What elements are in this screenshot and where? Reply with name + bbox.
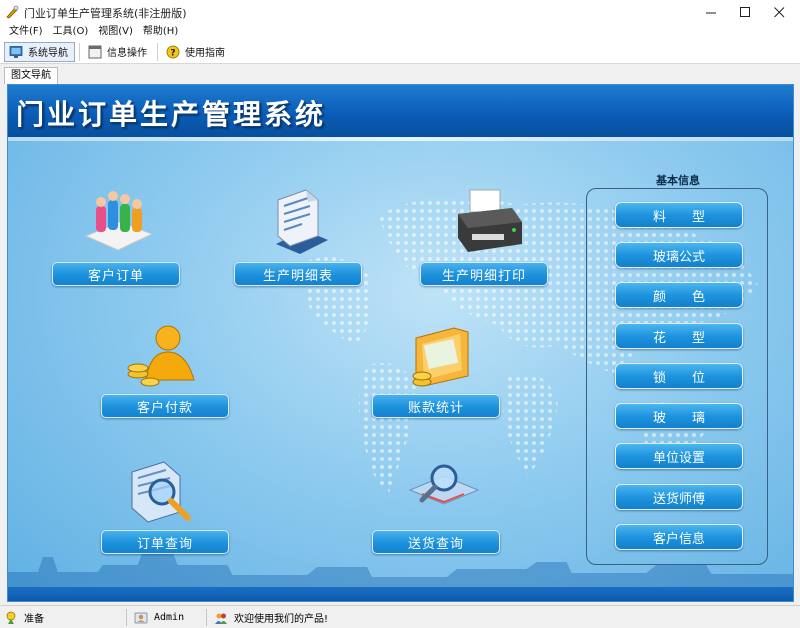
system-nav-label: 系统导航 — [28, 48, 68, 59]
account-stats-button[interactable]: 账款统计 — [372, 394, 500, 418]
status-user-text: Admin — [154, 612, 185, 623]
status-divider — [206, 609, 207, 626]
close-icon — [773, 6, 784, 17]
title-bar: 门业订单生产管理系统(非注册版) — [0, 0, 800, 24]
status-divider — [126, 609, 127, 626]
production-print-button[interactable]: 生产明细打印 — [420, 262, 548, 286]
toolbar-divider — [157, 42, 158, 61]
banner: 门业订单生产管理系统 — [8, 85, 793, 137]
lock-position-button[interactable]: 锁 位 — [615, 363, 743, 389]
production-detail-icon[interactable] — [262, 186, 342, 258]
glass-button[interactable]: 玻 璃 — [615, 403, 743, 429]
status-bar: 准备 Admin 欢迎使用我们的产品! — [0, 605, 800, 628]
customer-payment-button[interactable]: 客户付款 — [101, 394, 229, 418]
close-button[interactable] — [762, 0, 796, 24]
help-icon: ? — [166, 45, 180, 58]
info-ops-button[interactable]: 信息操作 — [84, 42, 153, 62]
banner-divider — [8, 137, 793, 141]
customer-order-icon[interactable] — [78, 188, 158, 260]
banner-title: 门业订单生产管理系统 — [16, 98, 327, 131]
order-query-button[interactable]: 订单查询 — [101, 530, 229, 554]
minimize-icon — [705, 12, 716, 13]
status-message-text: 欢迎使用我们的产品! — [234, 614, 329, 625]
basic-info-heading: 基本信息 — [656, 174, 700, 187]
customer-order-button[interactable]: 客户订单 — [52, 262, 180, 286]
status-ready: 准备 — [4, 609, 44, 626]
menu-file[interactable]: 文件(F) — [4, 24, 48, 40]
ready-icon — [6, 611, 16, 624]
guide-label: 使用指南 — [185, 48, 225, 59]
tab-strip: 图文导航 — [0, 64, 800, 84]
folder-money-icon[interactable] — [402, 320, 482, 392]
glass-formula-button[interactable]: 玻璃公式 — [615, 242, 743, 268]
menu-view[interactable]: 视图(V) — [93, 24, 138, 40]
minimize-button[interactable] — [694, 0, 728, 24]
toolbar-divider — [79, 42, 80, 61]
status-ready-text: 准备 — [24, 614, 44, 625]
status-message: 欢迎使用我们的产品! — [214, 609, 328, 626]
menu-tools[interactable]: 工具(O) — [48, 24, 94, 40]
delivery-query-icon[interactable] — [404, 454, 484, 526]
menu-help[interactable]: 帮助(H) — [138, 24, 183, 40]
system-nav-button[interactable]: 系统导航 — [4, 41, 75, 62]
unit-settings-button[interactable]: 单位设置 — [615, 443, 743, 469]
svg-text:?: ? — [170, 48, 175, 58]
order-query-icon[interactable] — [122, 456, 202, 528]
monitor-icon — [9, 45, 23, 58]
window-icon — [88, 45, 102, 58]
pattern-button[interactable]: 花 型 — [615, 323, 743, 349]
app-icon — [6, 5, 19, 19]
printer-icon[interactable] — [450, 188, 530, 260]
production-detail-button[interactable]: 生产明细表 — [234, 262, 362, 286]
maximize-icon — [739, 6, 750, 17]
color-button[interactable]: 颜 色 — [615, 282, 743, 308]
menu-bar: 文件(F) 工具(O) 视图(V) 帮助(H) — [0, 24, 800, 40]
status-user: Admin — [134, 609, 184, 626]
customer-payment-icon[interactable] — [124, 322, 204, 394]
info-ops-label: 信息操作 — [107, 48, 147, 59]
bottom-band — [8, 587, 793, 601]
window-title: 门业订单生产管理系统(非注册版) — [24, 7, 187, 20]
toolbar: 系统导航 信息操作 ? 使用指南 — [0, 40, 800, 64]
delivery-query-button[interactable]: 送货查询 — [372, 530, 500, 554]
customer-info-button[interactable]: 客户信息 — [615, 524, 743, 550]
guide-button[interactable]: ? 使用指南 — [162, 42, 231, 62]
maximize-button[interactable] — [728, 0, 762, 24]
delivery-driver-button[interactable]: 送货师傅 — [615, 484, 743, 510]
users-group-icon — [215, 613, 227, 624]
material-type-button[interactable]: 料 型 — [615, 202, 743, 228]
tab-graphic-nav[interactable]: 图文导航 — [4, 67, 58, 84]
user-icon — [134, 612, 148, 623]
